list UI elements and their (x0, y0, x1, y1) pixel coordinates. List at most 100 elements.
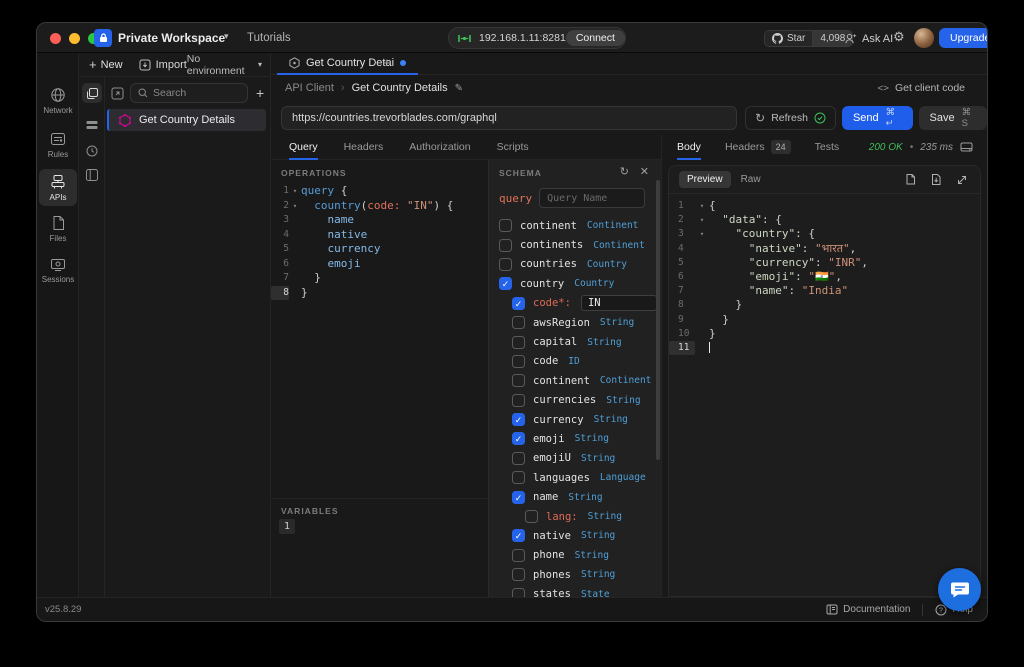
field-checkbox[interactable] (499, 239, 512, 252)
schema-field-continent[interactable]: continentContinent (489, 371, 661, 390)
close-window-button[interactable] (50, 33, 61, 44)
new-button[interactable]: + New (89, 57, 123, 72)
schema-field-awsRegion[interactable]: awsRegionString (489, 313, 661, 332)
schema-field-capital[interactable]: capitalString (489, 332, 661, 351)
schema-field-country[interactable]: ✓countryCountry (489, 274, 661, 293)
sidebar-item-files[interactable]: Files (39, 215, 77, 243)
schema-field-languages[interactable]: languagesLanguage (489, 468, 661, 487)
add-request-button[interactable]: + (256, 85, 264, 101)
ask-ai-button[interactable]: Ask AI (844, 30, 893, 47)
schema-field-emojiU[interactable]: emojiUString (489, 449, 661, 468)
schema-field-name[interactable]: ✓nameString (489, 487, 661, 506)
schema-refresh-icon[interactable]: ↻ (620, 165, 629, 178)
layout-panel-icon[interactable] (82, 165, 102, 185)
field-checkbox[interactable] (499, 258, 512, 271)
settings-gear-icon[interactable]: ⚙ (893, 29, 905, 45)
field-checkbox[interactable] (512, 355, 525, 368)
request-list-item[interactable]: Get Country Details (107, 109, 266, 131)
field-checkbox[interactable] (512, 394, 525, 407)
schema-field-native[interactable]: ✓nativeString (489, 526, 661, 545)
field-checkbox[interactable] (512, 471, 525, 484)
raw-toggle[interactable]: Raw (741, 174, 761, 185)
sidebar-item-network[interactable]: Network (39, 87, 77, 115)
field-checkbox[interactable] (512, 568, 525, 581)
chat-widget-button[interactable] (938, 568, 981, 611)
schema-field-states[interactable]: statesState (489, 584, 661, 597)
field-checkbox[interactable] (512, 336, 525, 349)
breadcrumb-root[interactable]: API Client (285, 82, 334, 94)
send-button[interactable]: Send ⌘ ↵ (842, 106, 913, 130)
schema-field-currency[interactable]: ✓currencyString (489, 410, 661, 429)
operations-code[interactable]: 1▾query {2▾ country(code: "IN") {3 name4… (271, 184, 488, 300)
schema-field-phone[interactable]: phoneString (489, 546, 661, 565)
field-checkbox[interactable] (512, 452, 525, 465)
history-clock-icon[interactable] (82, 141, 102, 161)
schema-close-icon[interactable]: ✕ (640, 165, 649, 178)
upgrade-button[interactable]: Upgrade (939, 28, 988, 48)
schema-field-currencies[interactable]: currenciesString (489, 391, 661, 410)
field-arg-input[interactable]: IN (581, 295, 657, 311)
save-button[interactable]: Save ⌘ S (919, 106, 987, 130)
tab-authorization[interactable]: Authorization (409, 135, 470, 160)
tab-body[interactable]: Body (677, 135, 701, 160)
field-checkbox[interactable]: ✓ (512, 432, 525, 445)
field-checkbox[interactable]: ✓ (512, 529, 525, 542)
field-checkbox[interactable] (512, 374, 525, 387)
field-checkbox[interactable]: ✓ (499, 277, 512, 290)
edit-pencil-icon[interactable]: ✎ (455, 83, 463, 94)
sidebar-item-sessions[interactable]: Sessions (39, 257, 77, 284)
schema-field-continents[interactable]: continentsContinent (489, 235, 661, 254)
search-input[interactable] (153, 87, 233, 99)
user-avatar[interactable] (914, 28, 934, 48)
menu-item-tutorials[interactable]: Tutorials (247, 32, 291, 44)
schema-field-countries[interactable]: countriesCountry (489, 255, 661, 274)
expand-icon[interactable] (956, 174, 968, 186)
field-checkbox[interactable]: ✓ (512, 491, 525, 504)
refresh-button[interactable]: ↻ Refresh (745, 106, 836, 130)
tab-response-headers[interactable]: Headers 24 (725, 135, 791, 160)
sidebar-item-apis[interactable]: APIs (39, 169, 77, 206)
documentation-link[interactable]: Documentation (826, 604, 910, 615)
field-checkbox[interactable]: ✓ (512, 413, 525, 426)
environments-view-icon[interactable] (82, 115, 102, 135)
collections-view-icon[interactable] (82, 83, 102, 103)
query-keyword: query (499, 192, 532, 205)
download-icon[interactable] (930, 173, 942, 186)
tab-tests[interactable]: Tests (815, 135, 840, 160)
response-code[interactable]: 1▾{2▾ "data": {3▾ "country": {4 "native"… (669, 194, 980, 355)
tab-scripts[interactable]: Scripts (497, 135, 529, 160)
new-tab-button[interactable]: + (383, 55, 391, 70)
schema-field-continent[interactable]: continentContinent (489, 216, 661, 235)
schema-scrollbar[interactable] (656, 180, 660, 460)
search-box[interactable] (130, 83, 248, 103)
field-checkbox[interactable] (499, 219, 512, 232)
schema-field-code[interactable]: ✓ code*: IN (489, 294, 661, 313)
field-checkbox[interactable] (525, 510, 538, 523)
field-name: code*: (533, 297, 571, 309)
variables-line-number[interactable]: 1 (279, 519, 295, 534)
github-star-button[interactable]: Star 4,098 (764, 30, 853, 47)
get-client-code-button[interactable]: <> Get client code (878, 82, 966, 94)
request-tab[interactable]: Get Country Detai (277, 53, 418, 75)
connect-button[interactable]: Connect (566, 30, 625, 46)
field-checkbox[interactable] (512, 588, 525, 597)
tab-headers[interactable]: Headers (344, 135, 384, 160)
schema-field-code[interactable]: codeID (489, 352, 661, 371)
url-input[interactable] (282, 112, 736, 124)
workspace-selector[interactable]: Private Workspace (118, 31, 225, 45)
sidebar-item-rules[interactable]: Rules (39, 131, 77, 159)
preview-toggle[interactable]: Preview (679, 171, 731, 188)
tab-query[interactable]: Query (289, 135, 318, 160)
field-checkbox[interactable] (512, 549, 525, 562)
field-checkbox[interactable]: ✓ (512, 297, 525, 310)
schema-field-lang[interactable]: lang:String (489, 507, 661, 526)
field-checkbox[interactable] (512, 316, 525, 329)
environment-selector[interactable]: No environment ▾ (187, 53, 262, 77)
schema-field-emoji[interactable]: ✓emojiString (489, 429, 661, 448)
schema-field-phones[interactable]: phonesString (489, 565, 661, 584)
import-button[interactable]: Import (139, 59, 187, 71)
query-name-input[interactable] (539, 188, 645, 208)
collapse-all-icon[interactable] (111, 87, 124, 100)
copy-icon[interactable] (904, 173, 916, 186)
minimize-window-button[interactable] (69, 33, 80, 44)
